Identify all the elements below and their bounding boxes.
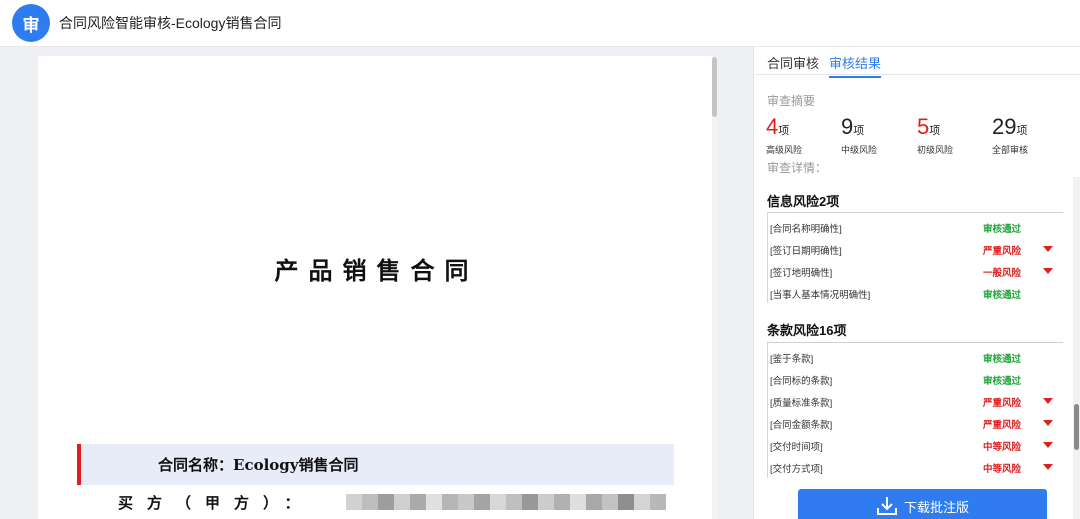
- review-item-name: [鉴于条款]: [770, 354, 814, 365]
- stat-label: 初级风险: [917, 145, 954, 155]
- group-divider: [767, 212, 1063, 213]
- redaction-block: [346, 494, 362, 510]
- review-row[interactable]: [当事人基本情况明确性] 审核通过: [767, 283, 1063, 305]
- expand-caret-icon[interactable]: [1043, 246, 1053, 252]
- stat-value: 9: [841, 114, 854, 139]
- app-header: 审 合同风险智能审核-Ecology销售合同: [0, 0, 1080, 47]
- redaction-block: [538, 494, 554, 510]
- contract-name-label: 合同名称：: [158, 456, 234, 474]
- panel-scrollbar-thumb[interactable]: [1074, 404, 1079, 450]
- app-title: 合同风险智能审核-Ecology销售合同: [59, 15, 282, 31]
- expand-caret-icon[interactable]: [1043, 442, 1053, 448]
- expand-caret-icon[interactable]: [1043, 398, 1053, 404]
- review-row[interactable]: [交付方式项] 中等风险: [767, 457, 1063, 479]
- review-item-name: [合同名称明确性]: [770, 224, 842, 235]
- redaction-block: [410, 494, 426, 510]
- document-scrollbar-track[interactable]: [712, 56, 718, 519]
- review-panel: 合同审核 审核结果 审查摘要 4项 高级风险 9项 中级风险 5项 初级风险 2…: [753, 47, 1080, 519]
- tab-contract-review[interactable]: 合同审核: [767, 53, 819, 76]
- stat-label: 全部审核: [992, 145, 1029, 155]
- group-title-info-risk: 信息风险2项: [767, 194, 840, 209]
- redaction-block: [650, 494, 666, 510]
- review-item-status: 中等风险: [983, 442, 1022, 453]
- review-item-name: [合同标的条款]: [770, 376, 833, 387]
- review-row[interactable]: [质量标准条款] 严重风险: [767, 391, 1063, 413]
- review-item-name: [交付时间项]: [770, 442, 823, 453]
- review-item-status: 审核通过: [983, 354, 1022, 365]
- review-row[interactable]: [交付时间项] 中等风险: [767, 435, 1063, 457]
- stat-unit: 项: [853, 125, 865, 137]
- summary-label: 审查摘要: [767, 94, 816, 108]
- stat-total-reviewed: 29项 全部审核: [992, 114, 1028, 156]
- review-item-status: 严重风险: [983, 420, 1022, 431]
- document-viewer[interactable]: 产品销售合同 合同名称： Ecology销售合同 买方（甲方）：: [0, 47, 753, 519]
- review-item-name: [交付方式项]: [770, 464, 823, 475]
- redaction-block: [634, 494, 650, 510]
- redaction-block: [394, 494, 410, 510]
- stat-value: 5: [917, 114, 930, 139]
- app-logo-badge: 审: [12, 4, 50, 42]
- review-row[interactable]: [合同名称明确性] 审核通过: [767, 217, 1063, 239]
- document-scrollbar-thumb[interactable]: [712, 57, 717, 117]
- buyer-label: 买方（甲方）：: [118, 494, 314, 512]
- review-item-status: 审核通过: [983, 290, 1022, 301]
- redaction-block: [554, 494, 570, 510]
- tab-review-results[interactable]: 审核结果: [829, 53, 882, 78]
- document-page: 产品销售合同 合同名称： Ecology销售合同 买方（甲方）：: [38, 56, 715, 519]
- contract-name-value: Ecology销售合同: [233, 456, 359, 474]
- review-item-name: [质量标准条款]: [770, 398, 833, 409]
- review-item-status: 一般风险: [983, 268, 1022, 279]
- stat-unit: 项: [778, 125, 790, 137]
- download-icon: [876, 497, 897, 515]
- review-item-status: 审核通过: [983, 376, 1022, 387]
- stat-label: 中级风险: [841, 145, 878, 155]
- review-row[interactable]: [签订地明确性] 一般风险: [767, 261, 1063, 283]
- expand-caret-icon[interactable]: [1043, 420, 1053, 426]
- review-item-name: [当事人基本情况明确性]: [770, 290, 871, 301]
- review-item-name: [合同金额条款]: [770, 420, 833, 431]
- redaction-block: [522, 494, 538, 510]
- review-item-name: [签订日期明确性]: [770, 246, 842, 257]
- group-title-clause-risk: 条款风险16项: [767, 323, 847, 338]
- expand-caret-icon[interactable]: [1043, 268, 1053, 274]
- redaction-block: [442, 494, 458, 510]
- download-annotated-button[interactable]: 下载批注版: [798, 489, 1047, 519]
- review-item-status: 严重风险: [983, 246, 1022, 257]
- panel-tabs: 合同审核 审核结果: [754, 47, 1080, 78]
- stat-unit: 项: [929, 125, 941, 137]
- redaction-block: [586, 494, 602, 510]
- contract-name-highlight[interactable]: 合同名称： Ecology销售合同: [77, 444, 674, 485]
- expand-caret-icon[interactable]: [1043, 464, 1053, 470]
- stat-label: 高级风险: [766, 145, 803, 155]
- review-row[interactable]: [签订日期明确性] 严重风险: [767, 239, 1063, 261]
- redaction-block: [362, 494, 378, 510]
- review-item-status: 审核通过: [983, 224, 1022, 235]
- redaction-block: [378, 494, 394, 510]
- download-button-label: 下载批注版: [903, 499, 969, 515]
- redaction-block: [602, 494, 618, 510]
- stat-unit: 项: [1016, 125, 1028, 137]
- redaction-block: [458, 494, 474, 510]
- stat-value: 4: [766, 114, 779, 139]
- redaction-block: [490, 494, 506, 510]
- redaction-block: [474, 494, 490, 510]
- details-label: 审查详情：: [767, 161, 828, 175]
- redaction-block: [570, 494, 586, 510]
- review-item-name: [签订地明确性]: [770, 268, 833, 279]
- stat-medium-risk: 9项 中级风险: [841, 114, 877, 156]
- group-divider: [767, 342, 1063, 343]
- redaction-block: [506, 494, 522, 510]
- review-item-status: 严重风险: [983, 398, 1022, 409]
- review-row[interactable]: [鉴于条款] 审核通过: [767, 347, 1063, 369]
- stat-value: 29: [992, 114, 1017, 139]
- redaction-block: [618, 494, 634, 510]
- redaction-block: [426, 494, 442, 510]
- stat-high-risk: 4项 高级风险: [766, 114, 802, 156]
- document-title: 产品销售合同: [274, 256, 479, 285]
- panel-scrollbar-track[interactable]: [1073, 177, 1080, 519]
- review-item-status: 中等风险: [983, 464, 1022, 475]
- stat-low-risk: 5项 初级风险: [917, 114, 953, 156]
- review-row[interactable]: [合同标的条款] 审核通过: [767, 369, 1063, 391]
- review-row[interactable]: [合同金额条款] 严重风险: [767, 413, 1063, 435]
